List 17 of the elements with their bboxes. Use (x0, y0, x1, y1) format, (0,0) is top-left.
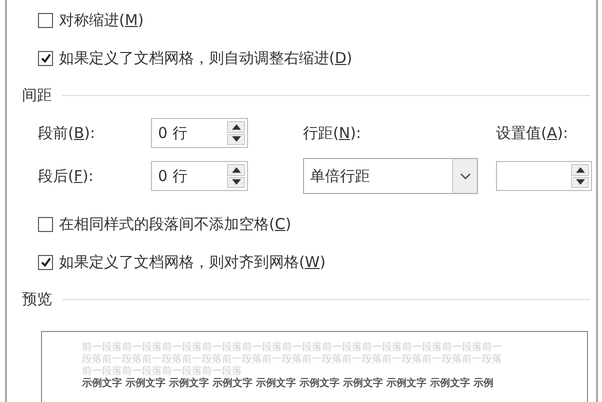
checkbox-label[interactable]: 如果定义了文档网格，则自动调整右缩进(D) (59, 48, 352, 68)
checkbox-label[interactable]: 对称缩进(M) (59, 10, 144, 30)
field-label: 设置值(A): (496, 124, 570, 142)
sample-text: 示例文字 示例文字 示例文字 示例文字 示例文字 示例文字 示例文字 示例文字 示例文字 示例 (82, 378, 494, 390)
checkbox[interactable] (38, 12, 53, 28)
checkbox[interactable] (38, 254, 53, 270)
checkbox-label[interactable]: 如果定义了文档网格，则对齐到网格(W) (59, 252, 326, 272)
section-heading: 预览 (22, 290, 52, 308)
checkbox-label[interactable]: 在相同样式的段落间不添加空格(C) (59, 214, 292, 234)
dropdown-button[interactable] (452, 159, 477, 193)
checkbox[interactable] (38, 50, 53, 66)
field-label: 段后(F): (38, 166, 94, 186)
checkbox[interactable] (38, 216, 53, 232)
field-label: 行距(N): (303, 124, 362, 142)
chevron-down-icon (460, 172, 470, 180)
section-heading: 间距 (22, 86, 52, 104)
field-label: 段前(B): (38, 124, 96, 142)
